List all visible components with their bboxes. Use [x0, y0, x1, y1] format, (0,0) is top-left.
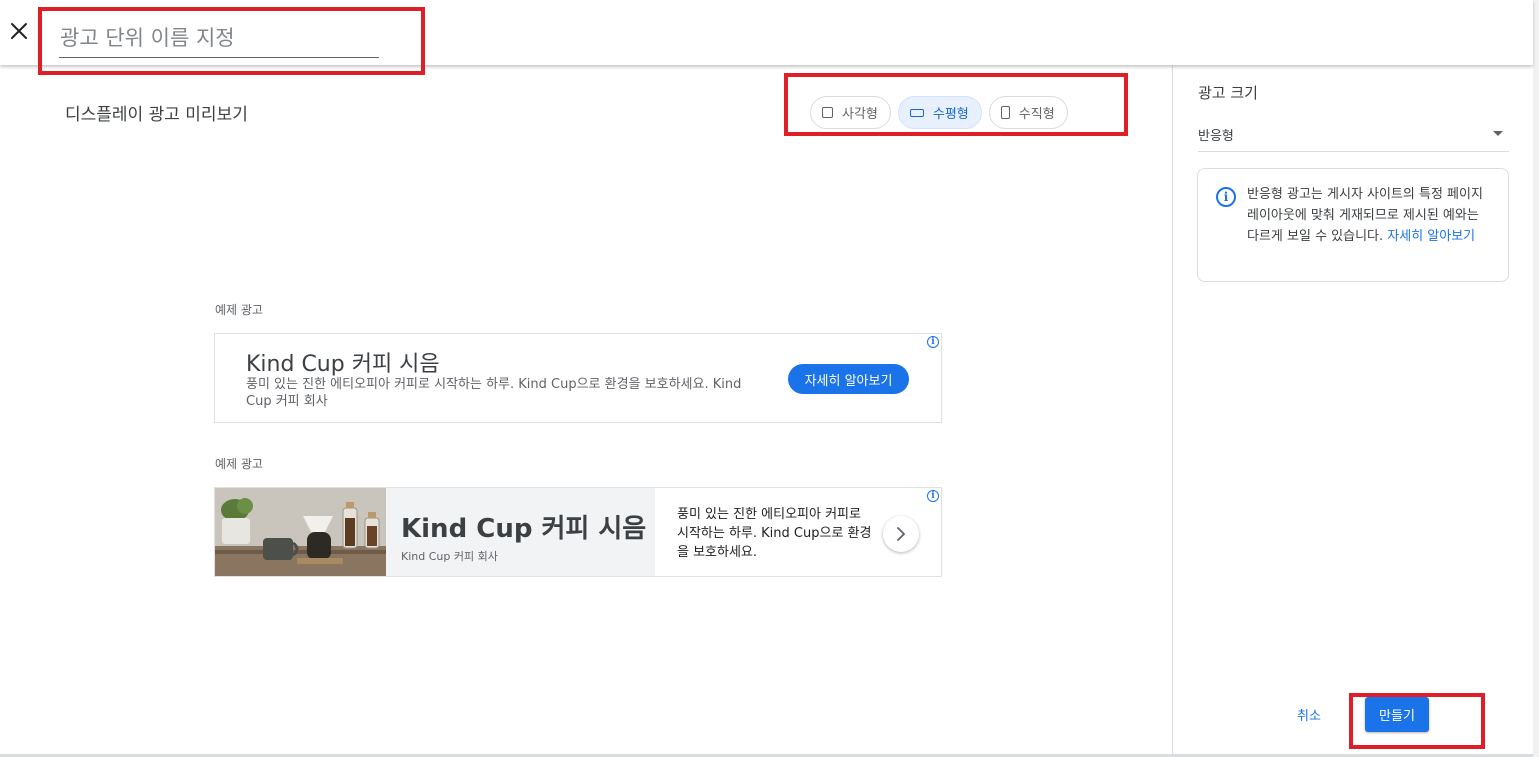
- ad-next-button[interactable]: [883, 516, 919, 552]
- vertical-rectangle-icon: [1000, 106, 1010, 119]
- panel-divider: [1172, 65, 1173, 757]
- ad-choices-info-icon[interactable]: i: [927, 490, 939, 502]
- scrollbar[interactable]: [1533, 0, 1539, 757]
- shape-toggle-label: 사각형: [842, 107, 878, 122]
- sample-ad-label: 예제 광고: [215, 457, 263, 471]
- ad-headline: Kind Cup 커피 시음: [246, 352, 440, 377]
- chevron-right-icon: [897, 527, 906, 541]
- ad-description: 풍미 있는 진한 에티오피아 커피로 시작하는 하루. Kind Cup으로 환…: [677, 507, 872, 560]
- ad-size-title: 광고 크기: [1198, 84, 1258, 102]
- close-icon: [11, 23, 27, 39]
- shape-toggle-vertical[interactable]: 수직형: [988, 96, 1068, 129]
- sample-ad-label: 예제 광고: [215, 303, 263, 317]
- ad-size-select[interactable]: 반응형: [1198, 122, 1509, 152]
- info-icon: i: [1216, 187, 1236, 207]
- ad-choices-info-icon[interactable]: i: [927, 336, 939, 348]
- cancel-button[interactable]: 취소: [1281, 699, 1337, 729]
- shape-toggle-label: 수평형: [932, 107, 969, 122]
- shape-toggle-horizontal[interactable]: 수평형: [897, 96, 982, 129]
- ad-headline: Kind Cup 커피 시음: [401, 514, 647, 544]
- ad-size-value: 반응형: [1198, 129, 1234, 144]
- sample-ad-text[interactable]: i Kind Cup 커피 시음 풍미 있는 진한 에티오피아 커피로 시작하는…: [214, 333, 942, 423]
- preview-title: 디스플레이 광고 미리보기: [65, 105, 248, 125]
- ad-cta-button[interactable]: 자세히 알아보기: [788, 364, 909, 394]
- ad-headline-panel: Kind Cup 커피 시음 Kind Cup 커피 회사: [386, 488, 655, 576]
- ad-advertiser-name: Kind Cup 커피 회사: [401, 550, 498, 563]
- create-button[interactable]: 만들기: [1365, 697, 1429, 732]
- ad-unit-name-input[interactable]: [59, 22, 379, 58]
- ad-description: 풍미 있는 진한 에티오피아 커피로 시작하는 하루. Kind Cup으로 환…: [246, 377, 742, 409]
- shape-toggle-label: 수직형: [1018, 107, 1055, 122]
- shape-toggle-square[interactable]: 사각형: [810, 96, 891, 129]
- square-icon: [822, 107, 833, 118]
- dialog-header: [0, 0, 1533, 65]
- dropdown-arrow-icon: [1493, 131, 1503, 136]
- learn-more-link[interactable]: 자세히 알아보기: [1387, 229, 1475, 244]
- responsive-info-box: i 반응형 광고는 게시자 사이트의 특정 페이지 레이아웃에 맞춰 게재되므로…: [1197, 168, 1509, 282]
- close-button[interactable]: [6, 18, 32, 44]
- info-text: 반응형 광고는 게시자 사이트의 특정 페이지 레이아웃에 맞춰 게재되므로 제…: [1247, 184, 1491, 247]
- ad-shape-toggle-group: 사각형 수평형 수직형: [810, 96, 1068, 129]
- coffee-product-image: [215, 488, 386, 576]
- horizontal-rectangle-icon: [909, 108, 924, 117]
- sample-ad-image[interactable]: Kind Cup 커피 시음 Kind Cup 커피 회사 풍미 있는 진한 에…: [214, 487, 942, 577]
